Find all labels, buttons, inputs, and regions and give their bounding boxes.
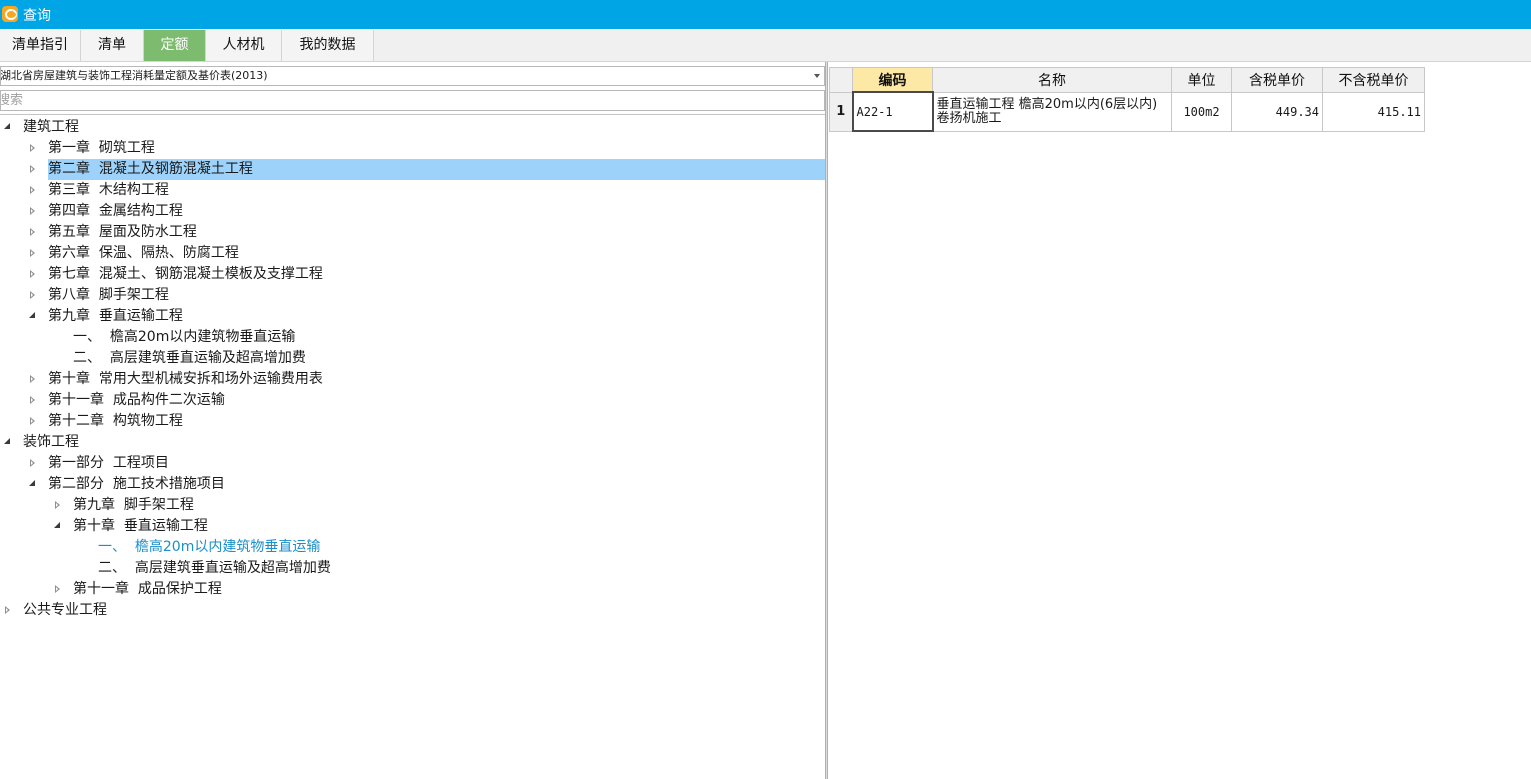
tree-node[interactable]: 第九章 脚手架工程 [0,495,825,516]
collapsed-triangle-icon[interactable] [30,291,35,299]
left-pane: 湖北省房屋建筑与装饰工程消耗量定额及基价表(2013) 建筑工程第一章 砌筑工程… [0,62,826,779]
cell-unit[interactable]: 100m2 [1171,91,1232,132]
tree-node-label: 第九章 垂直运输工程 [48,308,183,324]
tree-node[interactable]: 第十章 垂直运输工程 [0,516,825,537]
tree-node[interactable]: 第六章 保温、隔热、防腐工程 [0,243,825,264]
tree-node-label: 第二章 混凝土及钢筋混凝土工程 [48,159,825,180]
collapsed-triangle-icon[interactable] [30,207,35,215]
tree-node[interactable]: 第二部分 施工技术措施项目 [0,474,825,495]
quota-library-value: 湖北省房屋建筑与装饰工程消耗量定额及基价表(2013) [0,69,268,82]
tree-node-label: 第一部分 工程项目 [48,455,169,471]
tree-node[interactable]: 第十一章 成品构件二次运输 [0,390,825,411]
tree-top-border [0,114,825,115]
cell-code[interactable]: A22-1 [851,91,934,132]
collapsed-triangle-icon[interactable] [30,144,35,152]
tree-node-label: 第四章 金属结构工程 [48,203,183,219]
row-number-header [829,67,853,93]
tab-bill-guide[interactable]: 清单指引 [0,30,81,61]
tree-node[interactable]: 第九章 垂直运输工程 [0,306,825,327]
column-header-code[interactable]: 编码 [852,67,933,93]
cell-price-notax[interactable]: 415.11 [1322,91,1425,132]
tree-node[interactable]: 二、 高层建筑垂直运输及超高增加费 [0,558,825,579]
tree-node-label: 第二部分 施工技术措施项目 [48,476,225,492]
quota-grid: 编码 名称 单位 含税单价 不含税单价 1 A22-1 垂直运输工程 檐高20m… [829,67,1425,132]
tree-node-label: 一、 檐高20m以内建筑物垂直运输 [98,539,321,555]
tree-node[interactable]: 第十一章 成品保护工程 [0,579,825,600]
tree-node-label: 第八章 脚手架工程 [48,287,169,303]
tree-node-label: 第一章 砌筑工程 [48,140,155,156]
tree-node[interactable]: 二、 高层建筑垂直运输及超高增加费 [0,348,825,369]
column-header-unit[interactable]: 单位 [1171,67,1232,93]
collapsed-triangle-icon[interactable] [30,417,35,425]
tree-node-label: 第十章 垂直运输工程 [73,518,208,534]
tree-node-label: 第十一章 成品构件二次运输 [48,392,225,408]
expanded-triangle-icon[interactable] [29,480,35,486]
tab-bar: 清单指引 清单 定额 人材机 我的数据 [0,30,1531,62]
collapsed-triangle-icon[interactable] [55,501,60,509]
tree-node-label: 第十章 常用大型机械安拆和场外运输费用表 [48,371,323,387]
expanded-triangle-icon[interactable] [54,522,60,528]
tab-quota[interactable]: 定额 [144,30,206,61]
tree-node-label: 第九章 脚手架工程 [73,497,194,513]
search-box[interactable] [0,90,825,111]
tree-node-label: 第七章 混凝土、钢筋混凝土模板及支撑工程 [48,266,323,282]
cell-name[interactable]: 垂直运输工程 檐高20m以内(6层以内) 卷扬机施工 [932,91,1172,132]
column-header-price-notax[interactable]: 不含税单价 [1322,67,1425,93]
collapsed-triangle-icon[interactable] [5,606,10,614]
expanded-triangle-icon[interactable] [29,312,35,318]
tree-node-label: 二、 高层建筑垂直运输及超高增加费 [98,560,331,576]
row-number: 1 [829,91,853,132]
tree-node-label: 第六章 保温、隔热、防腐工程 [48,245,239,261]
collapsed-triangle-icon[interactable] [30,396,35,404]
tree-node[interactable]: 第十二章 构筑物工程 [0,411,825,432]
collapsed-triangle-icon[interactable] [30,249,35,257]
pane-splitter[interactable] [825,62,828,779]
tree-node[interactable]: 装饰工程 [0,432,825,453]
tree-node[interactable]: 第七章 混凝土、钢筋混凝土模板及支撑工程 [0,264,825,285]
collapsed-triangle-icon[interactable] [55,585,60,593]
tree-node[interactable]: 公共专业工程 [0,600,825,621]
collapsed-triangle-icon[interactable] [30,186,35,194]
tree-node[interactable]: 一、 檐高20m以内建筑物垂直运输 [0,537,825,558]
column-header-price-tax[interactable]: 含税单价 [1231,67,1323,93]
tree-node[interactable]: 第三章 木结构工程 [0,180,825,201]
tree-node-label: 第三章 木结构工程 [48,182,169,198]
search-input[interactable] [1,91,797,110]
quota-library-select[interactable]: 湖北省房屋建筑与装饰工程消耗量定额及基价表(2013) [0,66,825,86]
tree-node[interactable]: 第五章 屋面及防水工程 [0,222,825,243]
tree-node[interactable]: 一、 檐高20m以内建筑物垂直运输 [0,327,825,348]
tree-node-label: 装饰工程 [23,434,79,450]
cell-price-tax[interactable]: 449.34 [1231,91,1323,132]
tree-node-label: 建筑工程 [23,119,79,135]
chevron-down-icon[interactable] [814,74,820,78]
table-row[interactable]: 1 A22-1 垂直运输工程 檐高20m以内(6层以内) 卷扬机施工 100m2… [829,91,1425,132]
tree-node-label: 公共专业工程 [23,602,107,618]
tree-node[interactable]: 建筑工程 [0,117,825,138]
tree-node[interactable]: 第四章 金属结构工程 [0,201,825,222]
tree-node-label: 第五章 屋面及防水工程 [48,224,197,240]
tree-node-label: 第十二章 构筑物工程 [48,413,183,429]
tree-node-label: 二、 高层建筑垂直运输及超高增加费 [73,350,306,366]
collapsed-triangle-icon[interactable] [30,375,35,383]
tree-node[interactable]: 第二章 混凝土及钢筋混凝土工程 [0,159,825,180]
expanded-triangle-icon[interactable] [4,123,10,129]
tab-my-data[interactable]: 我的数据 [282,30,374,61]
tab-bill[interactable]: 清单 [81,30,144,61]
collapsed-triangle-icon[interactable] [30,228,35,236]
column-header-name[interactable]: 名称 [932,67,1172,93]
tree-node[interactable]: 第十章 常用大型机械安拆和场外运输费用表 [0,369,825,390]
collapsed-triangle-icon[interactable] [30,270,35,278]
tree-node-label: 一、 檐高20m以内建筑物垂直运输 [73,329,296,345]
app-logo-icon [2,6,18,22]
window-title: 查询 [23,8,51,24]
collapsed-triangle-icon[interactable] [30,459,35,467]
tree-node[interactable]: 第八章 脚手架工程 [0,285,825,306]
title-bar: 查询 [0,0,1531,29]
tree-node-label: 第十一章 成品保护工程 [73,581,222,597]
collapsed-triangle-icon[interactable] [30,165,35,173]
expanded-triangle-icon[interactable] [4,438,10,444]
tree-node[interactable]: 第一章 砌筑工程 [0,138,825,159]
tree-node[interactable]: 第一部分 工程项目 [0,453,825,474]
tab-labor-material-machine[interactable]: 人材机 [206,30,282,61]
